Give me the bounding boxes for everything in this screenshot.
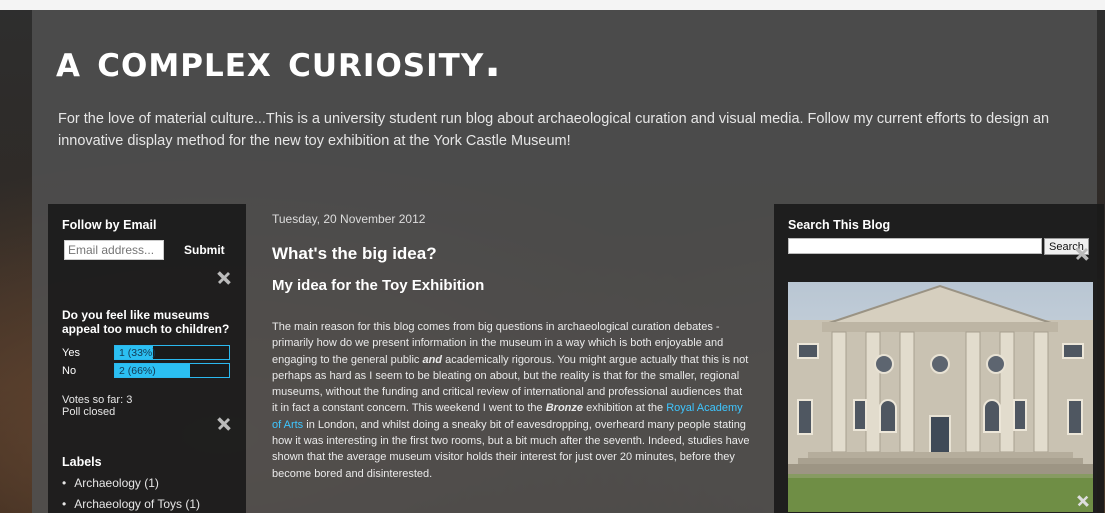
- search-input[interactable]: [788, 238, 1042, 254]
- post-text: in London, and whilst doing a sneaky bit…: [272, 418, 750, 480]
- poll-question: Do you feel like museums appeal too much…: [62, 308, 230, 336]
- poll-option-label: No: [62, 365, 77, 377]
- submit-button[interactable]: Submit: [176, 240, 233, 260]
- post-emphasis: Bronze: [545, 402, 584, 415]
- left-sidebar: Follow by Email Submit Do you feel like …: [48, 204, 246, 513]
- poll-status: Poll closed: [62, 406, 116, 418]
- follow-by-email-title: Follow by Email: [62, 218, 157, 232]
- poll-option-yes: Yes 1 (33%): [62, 345, 232, 362]
- poll-votes: Votes so far: 3 Poll closed: [62, 394, 132, 418]
- label-link-archaeology-of-toys[interactable]: Archaeology of Toys (1): [74, 497, 200, 511]
- email-field[interactable]: [64, 240, 164, 260]
- wrench-screwdriver-icon[interactable]: [216, 270, 232, 289]
- post-body: The main reason for this blog comes from…: [272, 319, 750, 482]
- poll-option-label: Yes: [62, 347, 80, 359]
- post-title[interactable]: What's the big idea?: [272, 244, 437, 264]
- post-date: Tuesday, 20 November 2012: [272, 212, 426, 226]
- label-link-archaeology[interactable]: Archaeology (1): [74, 476, 159, 490]
- poll-option-no: No 2 (66%): [62, 363, 232, 380]
- poll-result-bar: 1 (33%): [114, 345, 230, 360]
- poll-result-text: 1 (33%): [119, 347, 156, 359]
- poll-result-bar: 2 (66%): [114, 363, 230, 378]
- wrench-screwdriver-icon[interactable]: [1076, 494, 1090, 511]
- post-text: exhibition at the: [583, 402, 667, 415]
- blog-description: For the love of material culture...This …: [58, 111, 1050, 149]
- label-item: Archaeology (1): [62, 476, 200, 497]
- post-emphasis: and: [422, 353, 443, 366]
- wrench-screwdriver-icon[interactable]: [216, 416, 232, 435]
- right-sidebar: Search This Blog Search: [774, 204, 1104, 513]
- label-item: Archaeology of Toys (1): [62, 497, 200, 518]
- museum-building-image: [788, 282, 1093, 512]
- blog-title[interactable]: A Complex Curiosity.: [56, 36, 502, 87]
- search-title: Search This Blog: [788, 218, 891, 232]
- york-castle-museum-photo: [788, 282, 1093, 512]
- poll-result-text: 2 (66%): [119, 365, 156, 377]
- labels-list: Archaeology (1) Archaeology of Toys (1): [62, 476, 200, 518]
- poll-votes-count: Votes so far: 3: [62, 394, 133, 406]
- labels-title: Labels: [62, 455, 102, 469]
- post-subtitle: My idea for the Toy Exhibition: [272, 277, 485, 294]
- wrench-screwdriver-icon[interactable]: [1074, 246, 1090, 265]
